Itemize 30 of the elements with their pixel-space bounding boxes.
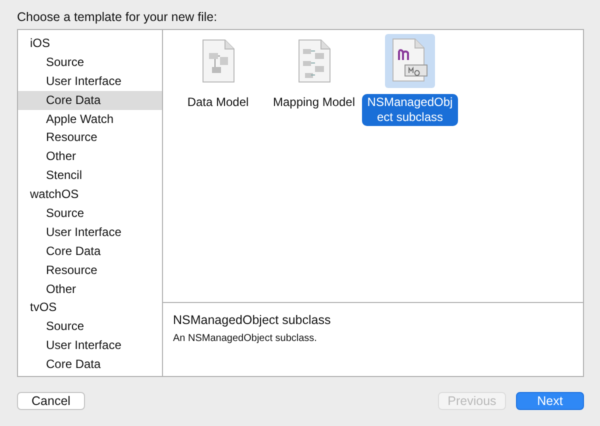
dialog-prompt: Choose a template for your new file:: [17, 10, 218, 24]
template-label[interactable]: Data Model: [170, 94, 266, 111]
dialog-button[interactable]: Next: [516, 392, 584, 410]
sidebar-item[interactable]: Source: [18, 52, 162, 72]
sidebar-item[interactable]: User Interface: [18, 336, 162, 356]
sidebar-item[interactable]: Source: [18, 317, 162, 336]
template-label[interactable]: NSManagedObject subclass: [362, 94, 458, 126]
document-m-icon: [391, 38, 429, 84]
sidebar-item[interactable]: Other: [18, 147, 162, 166]
sidebar-item[interactable]: Core Data: [18, 90, 162, 110]
template-label[interactable]: Mapping Model: [266, 94, 362, 111]
sidebar-group[interactable]: watchOS: [18, 185, 162, 204]
sidebar-item[interactable]: Stencil: [18, 166, 162, 186]
dialog-button[interactable]: Cancel: [17, 392, 85, 410]
template-description: An NSManagedObject subclass.: [173, 333, 318, 344]
sidebar-group[interactable]: iOS: [18, 34, 162, 53]
document-diagram-icon: [297, 39, 331, 83]
sidebar-item[interactable]: Other: [18, 280, 162, 298]
template-title: NSManagedObject subclass: [173, 313, 332, 327]
template-icon-tile[interactable]: [385, 34, 435, 88]
sidebar-item[interactable]: Source: [18, 204, 162, 223]
sidebar-item[interactable]: Core Data: [18, 355, 162, 374]
document-diagram-icon: [201, 39, 235, 83]
sidebar-item[interactable]: User Interface: [18, 72, 162, 91]
sidebar-group[interactable]: tvOS: [18, 298, 162, 318]
sidebar-item[interactable]: Apple Watch: [18, 110, 162, 128]
sidebar-item[interactable]: User Interface: [18, 222, 162, 242]
sidebar-item[interactable]: Resource: [18, 260, 162, 280]
sidebar-item[interactable]: Resource: [18, 128, 162, 148]
sidebar-item[interactable]: Core Data: [18, 242, 162, 261]
